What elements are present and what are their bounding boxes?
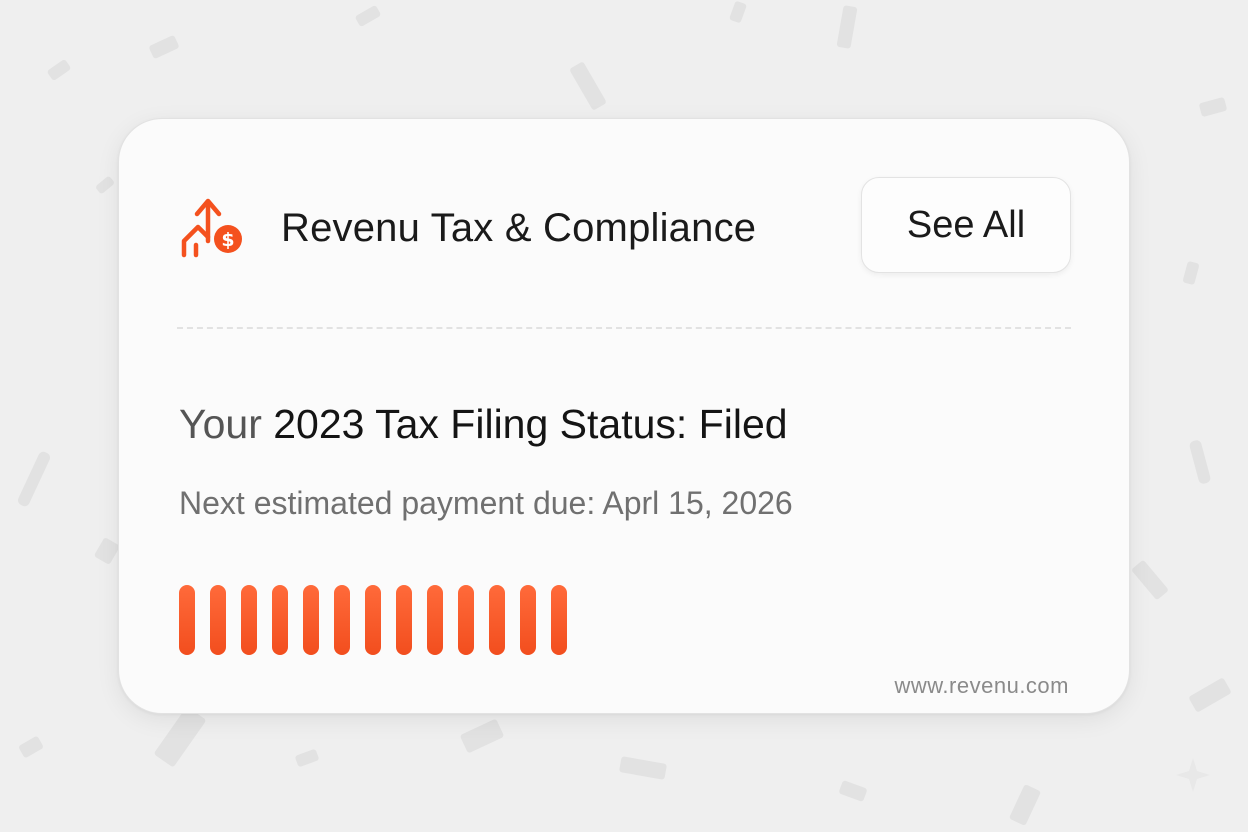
progress-segments bbox=[179, 585, 567, 655]
progress-segment bbox=[365, 585, 381, 655]
see-all-button[interactable]: See All bbox=[861, 177, 1071, 273]
brand-title: Revenu Tax & Compliance bbox=[281, 206, 757, 250]
tax-compliance-card: $ Revenu Tax & Compliance See All Your 2… bbox=[118, 118, 1130, 714]
progress-segment bbox=[210, 585, 226, 655]
progress-segment bbox=[334, 585, 350, 655]
progress-segment bbox=[520, 585, 536, 655]
status-prefix: Your bbox=[179, 401, 262, 447]
progress-segment bbox=[396, 585, 412, 655]
progress-segment bbox=[179, 585, 195, 655]
house-money-growth-icon: $ bbox=[181, 198, 242, 258]
filing-status-heading: Your 2023 Tax Filing Status: Filed bbox=[179, 399, 788, 449]
svg-text:$: $ bbox=[221, 229, 234, 251]
progress-segment bbox=[272, 585, 288, 655]
status-text: 2023 Tax Filing Status: Filed bbox=[273, 401, 788, 447]
progress-segment bbox=[241, 585, 257, 655]
progress-segment bbox=[551, 585, 567, 655]
website-url: www.revenu.com bbox=[894, 673, 1069, 698]
progress-segment bbox=[427, 585, 443, 655]
next-payment-due: Next estimated payment due: Aprl 15, 202… bbox=[179, 485, 793, 521]
progress-segment bbox=[489, 585, 505, 655]
progress-segment bbox=[458, 585, 474, 655]
dashed-divider bbox=[177, 327, 1071, 329]
progress-segment bbox=[303, 585, 319, 655]
